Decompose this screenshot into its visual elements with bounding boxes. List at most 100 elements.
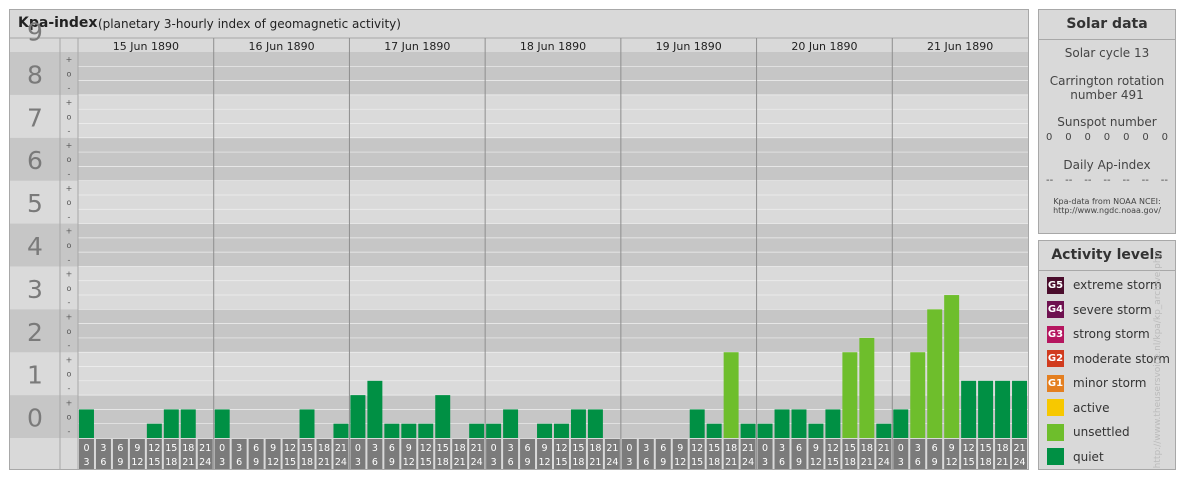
- hour-start-label: 9: [813, 443, 819, 454]
- source-note: Kpa-data from NOAA NCEI:: [1053, 197, 1161, 206]
- y-tick-label: 4: [27, 232, 43, 261]
- kp-bar: [978, 380, 994, 438]
- hour-end-label: 3: [83, 457, 89, 468]
- hour-end-label: 21: [318, 457, 330, 468]
- y-subtick-label: +: [66, 55, 73, 64]
- kp-bar: [350, 395, 366, 438]
- kp-bar: [757, 423, 773, 438]
- y-subtick-label: o: [67, 241, 72, 250]
- hour-start-label: 3: [100, 443, 106, 454]
- hour-end-label: 12: [674, 457, 686, 468]
- kp-band: [10, 94, 1028, 138]
- y-tick-label: 2: [27, 318, 43, 347]
- hour-end-label: 15: [691, 457, 703, 468]
- hour-end-label: 18: [165, 457, 177, 468]
- sunspot-label: Sunspot number: [1057, 115, 1157, 129]
- hour-end-label: 12: [810, 457, 822, 468]
- kp-bar: [146, 423, 162, 438]
- hour-end-label: 9: [660, 457, 666, 468]
- hour-start-label: 18: [318, 443, 330, 454]
- hour-end-label: 12: [403, 457, 415, 468]
- kp-band: [10, 352, 1028, 396]
- y-tick-label: 6: [27, 146, 43, 175]
- y-subtick-label: o: [67, 284, 72, 293]
- hour-start-label: 0: [762, 443, 768, 454]
- hour-start-label: 12: [420, 443, 432, 454]
- kp-bar: [79, 409, 94, 438]
- ap-value: --: [1084, 175, 1092, 186]
- solar-cycle: Solar cycle 13: [1064, 46, 1150, 60]
- legend-swatch: G1: [1047, 374, 1064, 392]
- kp-bar: [587, 409, 603, 438]
- kp-band: [10, 395, 1028, 438]
- kp-band: [10, 180, 1028, 224]
- hour-start-label: 6: [389, 443, 395, 454]
- hour-end-label: 3: [219, 457, 225, 468]
- sunspot-values: 0 0 0 0 0 0 0: [1039, 132, 1175, 143]
- hour-end-label: 3: [626, 457, 632, 468]
- kp-bar: [1012, 380, 1027, 438]
- kp-bar: [791, 409, 807, 438]
- ap-value: --: [1065, 175, 1073, 186]
- source-link[interactable]: http://www.ngdc.noaa.gov/: [1039, 206, 1175, 215]
- y-subtick-label: -: [68, 255, 71, 264]
- hour-start-label: 15: [165, 443, 177, 454]
- hour-start-label: 3: [643, 443, 649, 454]
- legend-label: severe storm: [1073, 302, 1152, 317]
- kp-bar: [469, 423, 485, 438]
- hour-start-label: 9: [270, 443, 276, 454]
- hour-start-label: 21: [606, 443, 618, 454]
- legend-swatch: [1047, 399, 1064, 417]
- kp-bar: [554, 423, 569, 438]
- hour-end-label: 12: [946, 457, 958, 468]
- y-subtick-label: -: [68, 84, 71, 93]
- kp-bar: [740, 423, 756, 438]
- hour-start-label: 0: [355, 443, 361, 454]
- ap-value: --: [1141, 175, 1149, 186]
- sunspot-value: 0: [1084, 132, 1091, 143]
- kp-band: [10, 52, 1028, 95]
- hour-end-label: 9: [117, 457, 123, 468]
- hour-start-label: 15: [301, 443, 313, 454]
- ap-value: --: [1103, 175, 1111, 186]
- legend-swatch: G2: [1047, 350, 1064, 368]
- legend-label: unsettled: [1073, 425, 1130, 440]
- hour-start-label: 15: [980, 443, 992, 454]
- y-subtick-label: +: [66, 184, 73, 193]
- hour-start-label: 15: [844, 443, 856, 454]
- hour-end-label: 9: [525, 457, 531, 468]
- hour-start-label: 18: [725, 443, 737, 454]
- sunspot-value: 0: [1103, 132, 1111, 143]
- kp-bar: [961, 380, 977, 438]
- kp-bar-chart: 0123456789-o+-o+-o+-o+-o+-o+-o+-o+-o+15 …: [10, 18, 1028, 469]
- hour-end-label: 15: [420, 457, 432, 468]
- hour-start-label: 18: [861, 443, 873, 454]
- kp-bar: [995, 380, 1011, 438]
- y-tick-label: 9: [27, 18, 43, 47]
- y-subtick-label: +: [66, 98, 73, 107]
- y-subtick-label: +: [66, 227, 73, 236]
- kp-bar: [893, 409, 909, 438]
- y-subtick-label: -: [68, 212, 71, 221]
- kp-bar: [299, 409, 315, 438]
- hour-start-label: 6: [796, 443, 802, 454]
- day-label: 16 Jun 1890: [248, 40, 314, 53]
- y-tick-label: 7: [27, 103, 43, 132]
- hour-start-label: 6: [525, 443, 531, 454]
- day-label: 20 Jun 1890: [791, 40, 857, 53]
- hour-end-label: 18: [572, 457, 584, 468]
- hour-start-label: 9: [949, 443, 955, 454]
- sunspot-value: 0: [1046, 132, 1053, 143]
- y-subtick-label: -: [68, 127, 71, 136]
- hour-end-label: 6: [643, 457, 649, 468]
- hour-end-label: 6: [372, 457, 378, 468]
- hour-end-label: 24: [471, 457, 483, 468]
- hour-start-label: 6: [660, 443, 666, 454]
- hour-start-label: 3: [779, 443, 785, 454]
- kp-band: [10, 137, 1028, 181]
- hour-end-label: 6: [508, 457, 514, 468]
- y-tick-label: 0: [27, 404, 43, 433]
- kp-bar: [859, 337, 875, 438]
- y-subtick-label: +: [66, 398, 73, 407]
- hour-start-label: 21: [742, 443, 754, 454]
